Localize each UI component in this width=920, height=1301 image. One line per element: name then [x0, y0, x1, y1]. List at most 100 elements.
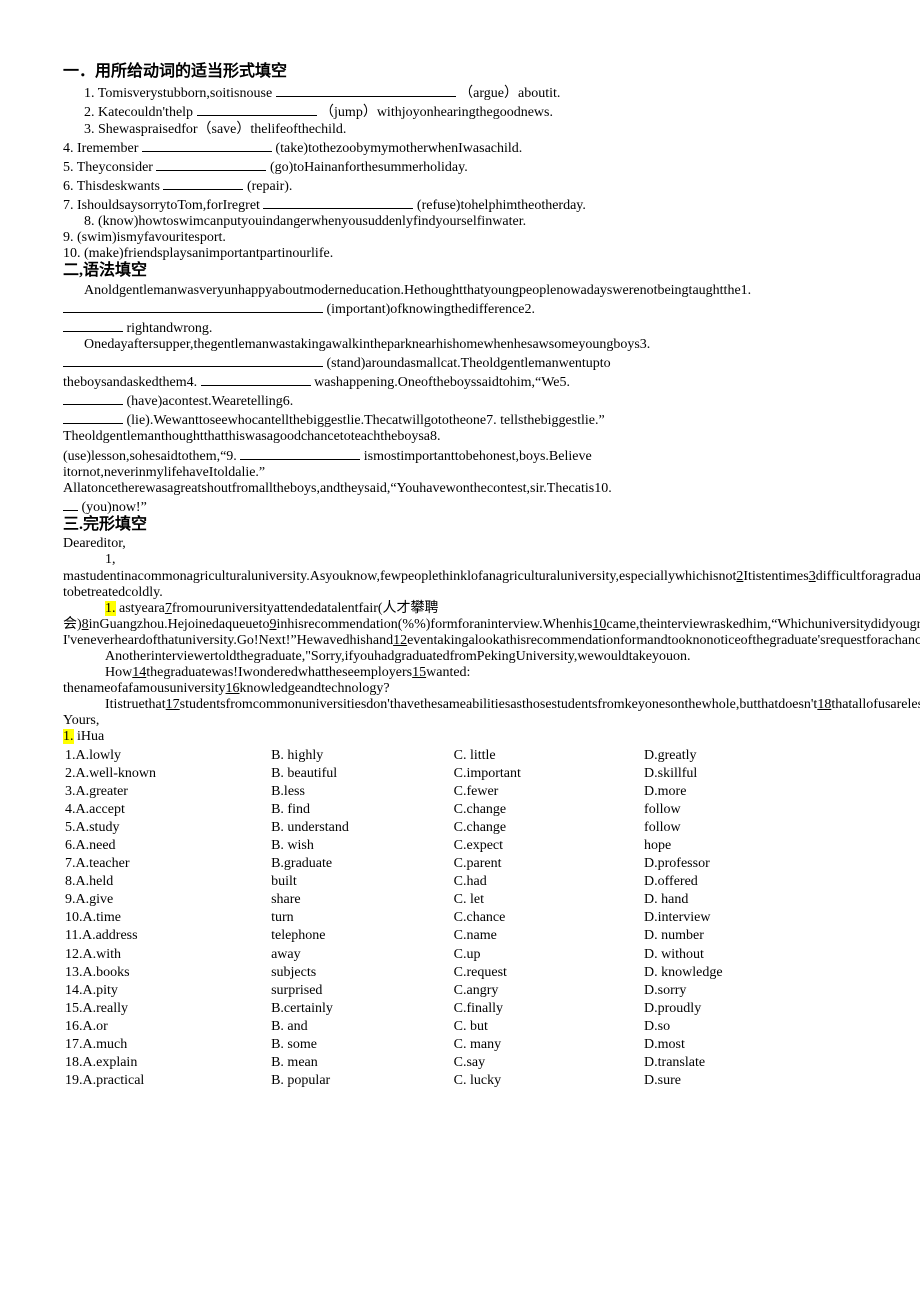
- option-cell[interactable]: B. popular: [271, 1073, 452, 1089]
- option-cell[interactable]: C.important: [454, 766, 642, 782]
- option-cell[interactable]: 9.A.give: [65, 892, 269, 908]
- option-cell[interactable]: D.sorry: [644, 983, 856, 999]
- s2-blank1[interactable]: [63, 299, 323, 313]
- option-cell[interactable]: B. mean: [271, 1055, 452, 1071]
- option-cell[interactable]: 10.A.time: [65, 910, 269, 926]
- option-cell[interactable]: 18.A.explain: [65, 1055, 269, 1071]
- option-cell[interactable]: 17.A.much: [65, 1037, 269, 1053]
- option-cell[interactable]: B. highly: [271, 748, 452, 764]
- option-cell[interactable]: D. hand: [644, 892, 856, 908]
- option-cell[interactable]: turn: [271, 910, 452, 926]
- option-cell[interactable]: built: [271, 874, 452, 890]
- option-cell[interactable]: B.less: [271, 784, 452, 800]
- option-cell[interactable]: 6.A.need: [65, 838, 269, 854]
- option-cell[interactable]: D. without: [644, 947, 856, 963]
- option-cell[interactable]: share: [271, 892, 452, 908]
- option-cell[interactable]: D. knowledge: [644, 965, 856, 981]
- section3-title: 三.完形填空: [63, 516, 858, 534]
- s2-blank6[interactable]: [63, 410, 123, 424]
- option-cell[interactable]: D.proudly: [644, 1001, 856, 1017]
- option-cell[interactable]: D.so: [644, 1019, 856, 1035]
- s2-blank9[interactable]: [240, 446, 360, 460]
- option-cell[interactable]: 2.A.well-known: [65, 766, 269, 782]
- option-cell[interactable]: D. number: [644, 928, 856, 944]
- q1-blank[interactable]: [276, 83, 456, 97]
- s2-blank10[interactable]: [63, 497, 78, 511]
- q2-blank[interactable]: [197, 102, 317, 116]
- option-cell[interactable]: C. but: [454, 1019, 642, 1035]
- option-cell[interactable]: surprised: [271, 983, 452, 999]
- option-cell[interactable]: C. many: [454, 1037, 642, 1053]
- option-cell[interactable]: B.graduate: [271, 856, 452, 872]
- option-cell[interactable]: telephone: [271, 928, 452, 944]
- option-row: 8.A.heldbuiltC.hadD.offered: [65, 874, 856, 890]
- option-cell[interactable]: B. some: [271, 1037, 452, 1053]
- option-cell[interactable]: C.expect: [454, 838, 642, 854]
- option-cell[interactable]: 8.A.held: [65, 874, 269, 890]
- s2-blank2[interactable]: [63, 318, 123, 332]
- option-cell[interactable]: 4.A.accept: [65, 802, 269, 818]
- option-cell[interactable]: C.name: [454, 928, 642, 944]
- option-cell[interactable]: follow: [644, 820, 856, 836]
- q4-blank[interactable]: [142, 138, 272, 152]
- option-cell[interactable]: C.change: [454, 802, 642, 818]
- s2-p1c-line: rightandwrong.: [63, 318, 858, 337]
- q6-tail: (repair).: [247, 179, 292, 194]
- s1-q3: 3. Shewaspraisedfor（save）thelifeofthechi…: [63, 122, 858, 138]
- option-cell[interactable]: 1.A.lowly: [65, 748, 269, 764]
- option-cell[interactable]: D.translate: [644, 1055, 856, 1071]
- option-cell[interactable]: 13.A.books: [65, 965, 269, 981]
- option-cell[interactable]: D.sure: [644, 1073, 856, 1089]
- option-cell[interactable]: away: [271, 947, 452, 963]
- option-cell[interactable]: D.greatly: [644, 748, 856, 764]
- option-cell[interactable]: C.chance: [454, 910, 642, 926]
- s3-p5: How14thegraduatewas!Iwonderedwhattheseem…: [63, 665, 858, 681]
- option-cell[interactable]: D.interview: [644, 910, 856, 926]
- option-cell[interactable]: 11.A.address: [65, 928, 269, 944]
- option-cell[interactable]: C.up: [454, 947, 642, 963]
- option-cell[interactable]: 15.A.really: [65, 1001, 269, 1017]
- option-cell[interactable]: B. wish: [271, 838, 452, 854]
- option-cell[interactable]: 3.A.greater: [65, 784, 269, 800]
- s2-blank4[interactable]: [201, 372, 311, 386]
- s2-blank5[interactable]: [63, 391, 123, 405]
- option-cell[interactable]: D.professor: [644, 856, 856, 872]
- option-cell[interactable]: 12.A.with: [65, 947, 269, 963]
- s2-blank3[interactable]: [63, 353, 323, 367]
- option-cell[interactable]: B. and: [271, 1019, 452, 1035]
- option-cell[interactable]: C.say: [454, 1055, 642, 1071]
- option-cell[interactable]: hope: [644, 838, 856, 854]
- option-cell[interactable]: C.change: [454, 820, 642, 836]
- option-cell[interactable]: B.certainly: [271, 1001, 452, 1017]
- option-cell[interactable]: subjects: [271, 965, 452, 981]
- option-cell[interactable]: D.more: [644, 784, 856, 800]
- q5-blank[interactable]: [156, 157, 266, 171]
- option-cell[interactable]: B. understand: [271, 820, 452, 836]
- option-cell[interactable]: C.request: [454, 965, 642, 981]
- option-cell[interactable]: 14.A.pity: [65, 983, 269, 999]
- option-cell[interactable]: C. little: [454, 748, 642, 764]
- option-cell[interactable]: D.skillful: [644, 766, 856, 782]
- q2-text: 2. Katecouldn'thelp: [84, 105, 197, 120]
- option-cell[interactable]: C.had: [454, 874, 642, 890]
- q6-blank[interactable]: [163, 176, 243, 190]
- option-cell[interactable]: follow: [644, 802, 856, 818]
- s2-p7b: ismostimportanttobehonest,boys.Believe: [364, 449, 592, 464]
- option-cell[interactable]: C.fewer: [454, 784, 642, 800]
- option-cell[interactable]: C.parent: [454, 856, 642, 872]
- option-cell[interactable]: B. find: [271, 802, 452, 818]
- option-cell[interactable]: C. let: [454, 892, 642, 908]
- option-cell[interactable]: D.most: [644, 1037, 856, 1053]
- s1-q4: 4. Iremember (take)tothezoobymymotherwhe…: [63, 138, 858, 157]
- s2-p1c: rightandwrong.: [127, 321, 213, 336]
- option-cell[interactable]: C.angry: [454, 983, 642, 999]
- q7-blank[interactable]: [263, 195, 413, 209]
- option-cell[interactable]: 7.A.teacher: [65, 856, 269, 872]
- option-cell[interactable]: 19.A.practical: [65, 1073, 269, 1089]
- option-cell[interactable]: C.finally: [454, 1001, 642, 1017]
- option-cell[interactable]: B. beautiful: [271, 766, 452, 782]
- option-cell[interactable]: 5.A.study: [65, 820, 269, 836]
- option-cell[interactable]: C. lucky: [454, 1073, 642, 1089]
- option-cell[interactable]: D.offered: [644, 874, 856, 890]
- option-cell[interactable]: 16.A.or: [65, 1019, 269, 1035]
